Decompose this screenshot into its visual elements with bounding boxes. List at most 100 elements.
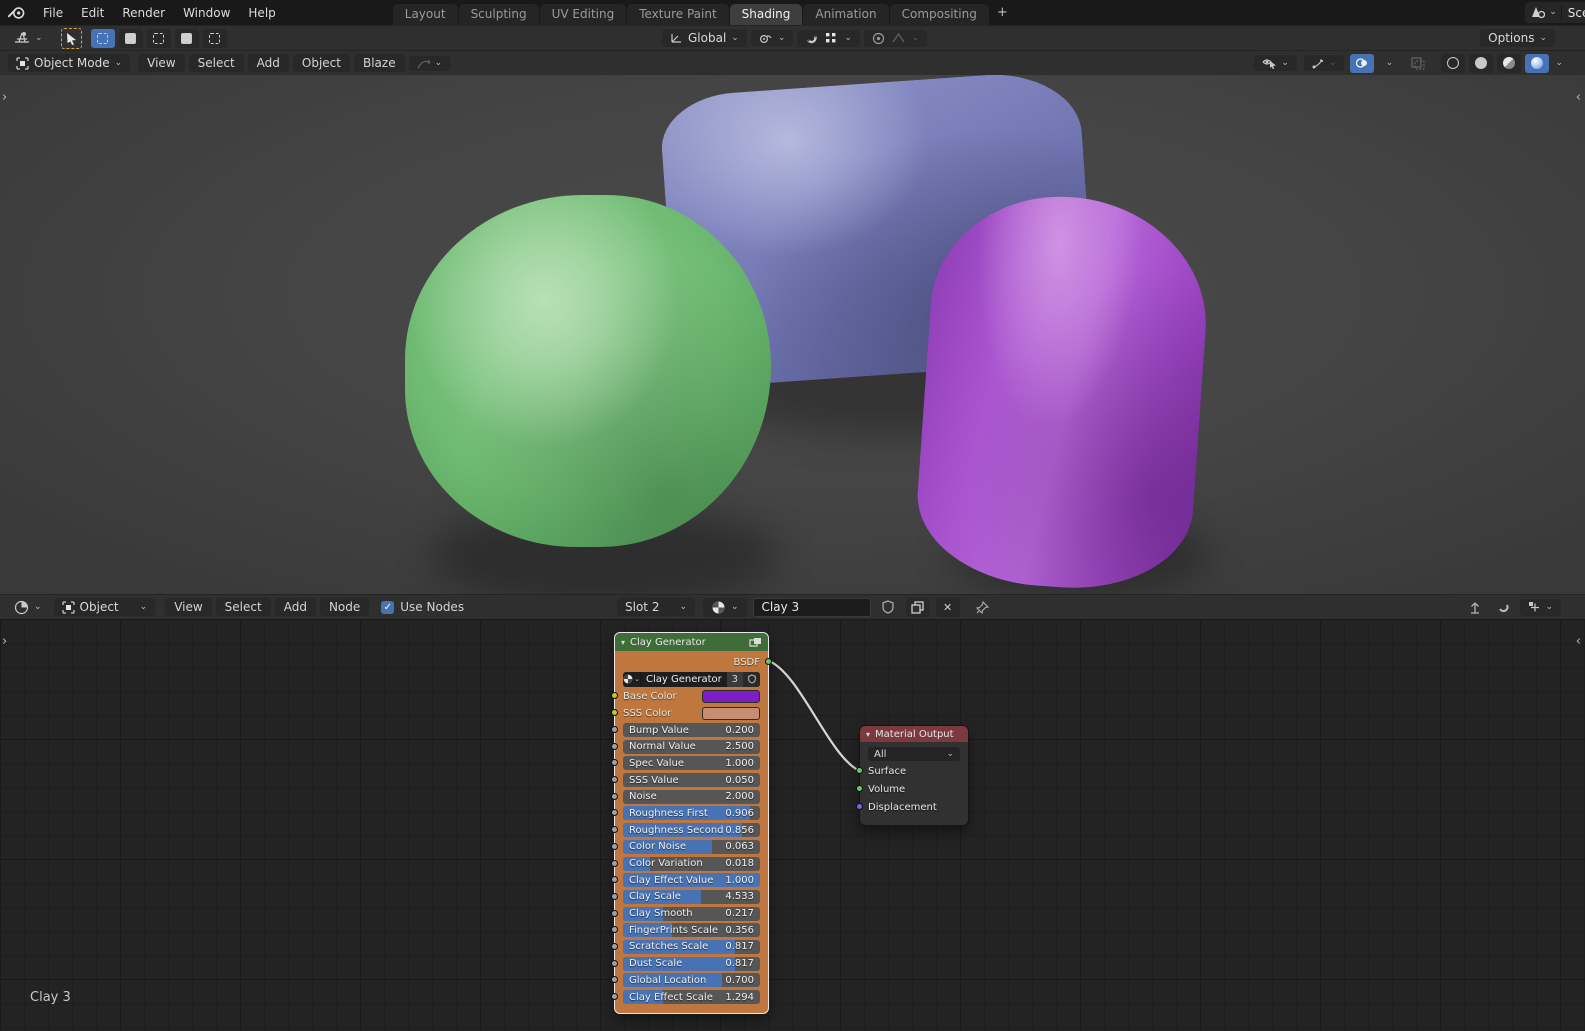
- value-input-socket[interactable]: [611, 976, 618, 984]
- value-input-socket[interactable]: [611, 726, 618, 733]
- show-overlays-toggle[interactable]: [1350, 53, 1375, 73]
- blender-logo-icon[interactable]: [8, 6, 26, 20]
- value-slider[interactable]: Clay Smooth 0.217: [623, 906, 760, 921]
- workspace-tab[interactable]: Layout: [392, 4, 458, 25]
- select-mode-extend-button[interactable]: [118, 28, 143, 48]
- snap-magnet-icon[interactable]: [805, 32, 818, 45]
- fake-user-shield-button[interactable]: [743, 671, 760, 687]
- shading-solid-button[interactable]: [1469, 53, 1494, 73]
- value-slider[interactable]: Scratches Scale 0.817: [623, 939, 760, 954]
- shading-wireframe-button[interactable]: [1441, 53, 1466, 73]
- options-dropdown[interactable]: Options ⌄: [1480, 29, 1555, 47]
- value-input-socket[interactable]: [611, 909, 618, 917]
- falloff-curve-icon[interactable]: [892, 33, 905, 43]
- go-to-parent-node-button[interactable]: [1463, 598, 1487, 617]
- active-tool-select-box[interactable]: [60, 27, 82, 49]
- viewport-sidebar-toggle-left[interactable]: ›: [2, 91, 7, 104]
- proportional-edit-icon[interactable]: [872, 32, 885, 45]
- workspace-tab[interactable]: Animation: [803, 4, 889, 25]
- shading-rendered-button[interactable]: [1525, 53, 1550, 73]
- value-slider[interactable]: Normal Value 2.500: [623, 739, 760, 754]
- value-slider[interactable]: Noise 2.000: [623, 789, 760, 804]
- viewport-menu[interactable]: Blaze: [353, 54, 405, 72]
- value-input-socket[interactable]: [611, 926, 618, 934]
- shader-node-editor[interactable]: › ‹ Clay 3 ▾ Clay Generator BSDF ⌄ Clay …: [0, 619, 1585, 1031]
- overlays-dropdown[interactable]: ⌄: [1377, 54, 1401, 73]
- material-output-node[interactable]: ▾ Material Output All ⌄ Surface Volume D…: [856, 725, 969, 826]
- snap-target-icon[interactable]: [825, 32, 837, 44]
- value-slider[interactable]: SSS Value 0.050: [623, 773, 760, 788]
- browse-group-dropdown[interactable]: ⌄: [623, 671, 641, 687]
- value-input-socket[interactable]: [611, 876, 618, 884]
- value-input-socket[interactable]: [611, 809, 618, 817]
- output-target-dropdown[interactable]: All ⌄: [868, 747, 960, 761]
- topbar-menu[interactable]: Window: [174, 4, 239, 22]
- workspace-tab[interactable]: UV Editing: [539, 4, 627, 25]
- value-input-socket[interactable]: [611, 742, 618, 750]
- node-header[interactable]: ▾ Clay Generator: [615, 633, 768, 651]
- workspace-tab[interactable]: Texture Paint: [627, 4, 729, 25]
- workspace-tab[interactable]: Sculpting: [458, 4, 539, 25]
- pin-button[interactable]: [971, 598, 995, 617]
- value-input-socket[interactable]: [611, 942, 618, 950]
- value-slider[interactable]: FingerPrints Scale 0.356: [623, 923, 760, 938]
- node-menu[interactable]: Select: [215, 598, 271, 616]
- chevron-down-icon[interactable]: ⌄: [844, 33, 852, 43]
- color-input-socket[interactable]: [611, 692, 618, 699]
- use-nodes-toggle[interactable]: ✓ Use Nodes: [381, 600, 464, 614]
- xray-toggle[interactable]: [1406, 54, 1430, 73]
- topbar-menu[interactable]: Help: [239, 4, 284, 22]
- selectability-dropdown[interactable]: ⌄: [1254, 55, 1297, 71]
- workspace-tab[interactable]: Compositing: [889, 4, 989, 25]
- value-slider[interactable]: Color Variation 0.018: [623, 856, 760, 871]
- shading-dropdown[interactable]: ⌄: [1555, 58, 1563, 68]
- value-slider[interactable]: Roughness Second 0.856: [623, 823, 760, 838]
- color-swatch[interactable]: [702, 706, 760, 720]
- value-slider[interactable]: Spec Value 1.000: [623, 756, 760, 771]
- value-slider[interactable]: Color Noise 0.063: [623, 839, 760, 854]
- value-input-socket[interactable]: [611, 776, 618, 784]
- collapse-triangle-icon[interactable]: ▾: [621, 638, 625, 647]
- collapse-triangle-icon[interactable]: ▾: [866, 730, 870, 739]
- node-menu[interactable]: View: [165, 598, 212, 616]
- topbar-menu[interactable]: File: [34, 4, 72, 22]
- topbar-menu[interactable]: Render: [113, 4, 174, 22]
- value-input-socket[interactable]: [611, 959, 618, 967]
- pivot-point-dropdown[interactable]: ⌄: [750, 30, 794, 46]
- node-header[interactable]: ▾ Material Output: [860, 726, 968, 742]
- clay-object-purple[interactable]: [911, 187, 1215, 594]
- value-input-socket[interactable]: [611, 859, 618, 867]
- node-menu[interactable]: Node: [319, 598, 370, 616]
- chevron-down-icon[interactable]: ⌄: [912, 33, 920, 43]
- scene-selector[interactable]: ⌄ Scen: [1525, 2, 1585, 23]
- value-input-socket[interactable]: [611, 792, 618, 800]
- select-mode-invert-button[interactable]: [174, 28, 199, 48]
- node-editor-sidebar-toggle-right[interactable]: ‹: [1576, 635, 1581, 648]
- slot-dropdown[interactable]: Slot 2 ⌄: [617, 598, 695, 616]
- node-menu[interactable]: Add: [274, 598, 316, 616]
- color-swatch[interactable]: [702, 689, 760, 703]
- clay-object-green[interactable]: [405, 195, 771, 547]
- input-socket[interactable]: [856, 785, 863, 792]
- select-mode-intersect-button[interactable]: [202, 28, 227, 48]
- node-snap-toggle[interactable]: [1491, 598, 1515, 617]
- value-slider[interactable]: Roughness First 0.906: [623, 806, 760, 821]
- select-mode-subtract-button[interactable]: [146, 28, 171, 48]
- value-slider[interactable]: Clay Effect Value 1.000: [623, 873, 760, 888]
- value-slider[interactable]: Clay Scale 4.533: [623, 889, 760, 904]
- value-input-socket[interactable]: [611, 993, 618, 1000]
- value-slider[interactable]: Dust Scale 0.817: [623, 956, 760, 971]
- editor-type-selector[interactable]: ⌄: [6, 29, 51, 47]
- fake-user-shield-button[interactable]: [876, 598, 900, 617]
- select-mode-set-button[interactable]: [90, 28, 115, 48]
- bsdf-output-socket[interactable]: [765, 658, 772, 665]
- viewport-sidebar-toggle-right[interactable]: ‹: [1576, 91, 1581, 104]
- node-group-selector[interactable]: ⌄ Clay Generator 3: [623, 671, 760, 687]
- workspace-tab[interactable]: Shading: [729, 4, 803, 25]
- viewport-3d[interactable]: › ‹: [0, 75, 1585, 594]
- node-editor-sidebar-toggle-left[interactable]: ›: [2, 635, 7, 648]
- viewport-menu[interactable]: View: [138, 54, 185, 72]
- value-slider[interactable]: Bump Value 0.200: [623, 723, 760, 737]
- clay-generator-node[interactable]: ▾ Clay Generator BSDF ⌄ Clay Generator 3…: [611, 632, 772, 1014]
- value-slider[interactable]: Clay Effect Scale 1.294: [623, 990, 760, 1004]
